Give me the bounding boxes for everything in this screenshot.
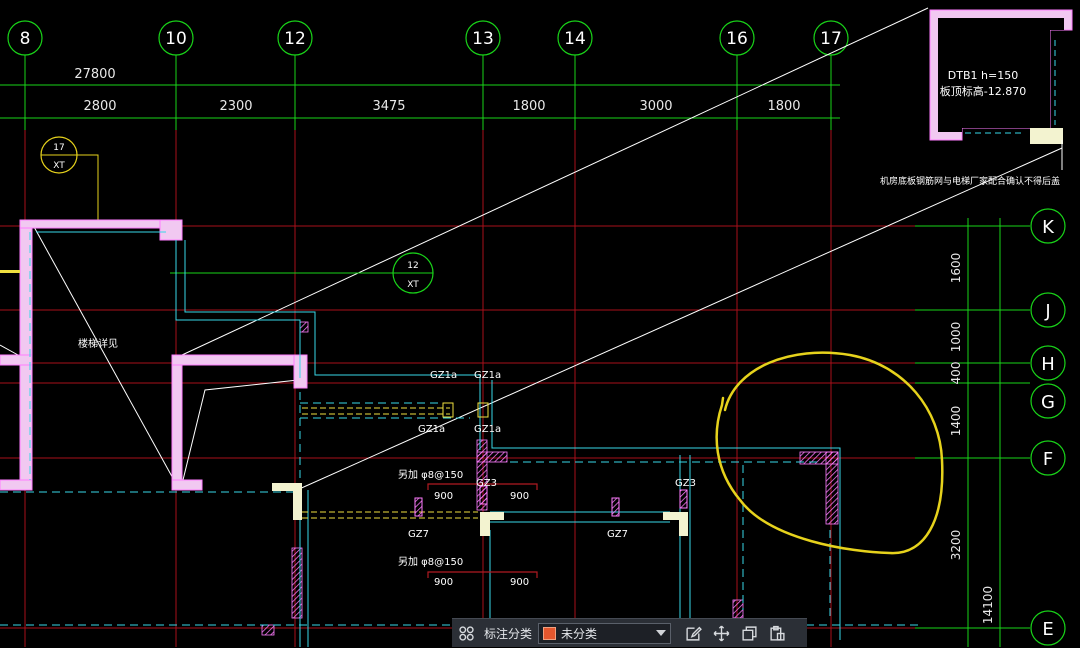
detail-box-level: 板顶标高-12.870 [940, 84, 1026, 98]
detail-box-title: DTB1 h=150 [948, 69, 1018, 82]
callout-number: 17 [53, 143, 64, 153]
dimension-total: 27800 [74, 67, 115, 82]
row-axis-label: F [1043, 449, 1053, 470]
paste-icon[interactable] [763, 619, 791, 648]
column-axis-label: 8 [20, 29, 31, 49]
dimension-segment: 1800 [767, 99, 800, 114]
annotation-category-select[interactable]: 未分类 [538, 622, 672, 644]
dimension-segment-vertical: 3200 [949, 530, 963, 561]
rebar-note: 另加 φ8@150 [398, 469, 463, 481]
rebar-dimension: 900 [434, 577, 453, 588]
callout-sheet: XT [407, 280, 419, 290]
category-color-swatch [543, 626, 557, 640]
column-tag: GZ1a [474, 370, 501, 381]
column-axis-label: 14 [564, 29, 586, 49]
column-axis-label: 17 [820, 29, 842, 49]
row-axis-label: G [1041, 392, 1055, 413]
category-selected-value: 未分类 [561, 626, 598, 641]
column-axis-label: 13 [472, 29, 494, 49]
column-tag: GZ7 [408, 529, 429, 540]
callout-number: 12 [407, 261, 418, 271]
dimension-segment-vertical: 1400 [949, 406, 963, 437]
row-axis-label: K [1042, 217, 1055, 238]
column-tag: GZ3 [675, 478, 696, 489]
stair-label: 楼梯详见 [78, 337, 118, 350]
callout-sheet: XT [53, 161, 65, 171]
dimension-segment: 1800 [512, 99, 545, 114]
dimension-total-vertical: 14100 [981, 586, 995, 624]
detail-box-note: 机房底板钢筋网与电梯厂家配合确认不得后盖 [880, 175, 1060, 187]
column-tag: GZ3 [476, 478, 497, 489]
dimension-segment-vertical: 400 [949, 362, 963, 385]
dimension-segment: 2800 [83, 99, 116, 114]
grid-icon[interactable] [452, 619, 480, 648]
column-axis-label: 10 [165, 29, 187, 49]
dimension-segment: 2300 [219, 99, 252, 114]
column-tag: GZ1a [430, 370, 457, 381]
copy-icon[interactable] [735, 619, 763, 648]
column-axis-label: 12 [284, 29, 306, 49]
rebar-dimension: 900 [510, 491, 529, 502]
rebar-dimension: 900 [510, 577, 529, 588]
column-tag: GZ1a [418, 424, 445, 435]
rebar-note: 另加 φ8@150 [398, 556, 463, 568]
row-axis-label: H [1041, 354, 1055, 375]
move-icon[interactable] [707, 619, 735, 648]
dimension-segment-vertical: 1600 [949, 253, 963, 284]
column-axis-label: 16 [726, 29, 748, 49]
chevron-down-icon [656, 630, 667, 636]
rebar-dimension: 900 [434, 491, 453, 502]
cad-drawing-canvas[interactable]: 8 10 12 13 14 16 17 K J H G F E 27800 28… [0, 0, 1080, 647]
dimension-segment: 3000 [639, 99, 672, 114]
row-axis-label: E [1042, 619, 1053, 640]
dimension-segment: 3475 [372, 99, 405, 114]
row-axis-label: J [1044, 301, 1050, 322]
column-tag: GZ1a [474, 424, 501, 435]
dimension-segment-vertical: 1000 [949, 322, 963, 353]
canvas-background [0, 0, 1080, 647]
annotation-category-label: 标注分类 [484, 626, 533, 641]
annotation-toolbar: 标注分类 未分类 [452, 618, 807, 647]
column-tag: GZ7 [607, 529, 628, 540]
edit-icon[interactable] [679, 619, 707, 648]
